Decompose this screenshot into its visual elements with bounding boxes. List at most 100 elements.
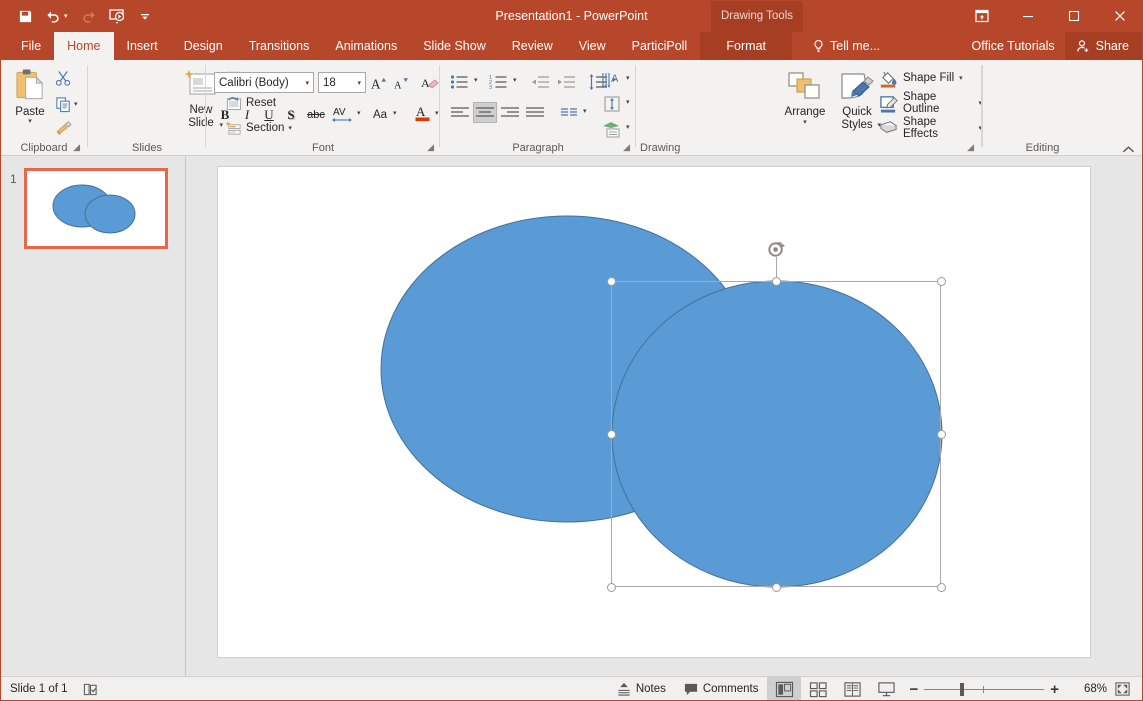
font-color-button[interactable]: A [413, 102, 433, 124]
tell-me-box[interactable]: Tell me... [812, 32, 880, 60]
font-size-dropdown-icon[interactable]: ▾ [353, 79, 365, 87]
zoom-slider[interactable] [924, 677, 1045, 701]
arrange-dropdown-icon[interactable]: ▾ [803, 119, 807, 126]
align-left-button[interactable] [448, 102, 472, 123]
resize-handle-middle-left[interactable] [607, 430, 616, 439]
tab-transitions[interactable]: Transitions [236, 32, 323, 60]
columns-button[interactable] [557, 102, 581, 123]
align-center-button[interactable] [473, 102, 497, 123]
slide-show-view-button[interactable] [869, 677, 903, 701]
columns-dropdown-icon[interactable]: ▾ [583, 108, 587, 115]
strikethrough-button[interactable]: abc [303, 104, 329, 126]
accessibility-checker-icon[interactable] [82, 682, 99, 697]
zoom-out-button[interactable]: − [903, 677, 924, 701]
resize-handle-middle-right[interactable] [937, 430, 946, 439]
slide-thumbnail-1[interactable] [24, 168, 168, 249]
restore-icon[interactable] [1051, 0, 1097, 32]
paste-dropdown-icon[interactable]: ▾ [28, 118, 32, 125]
svg-text:AV: AV [333, 107, 346, 118]
slide-canvas[interactable] [217, 166, 1091, 658]
resize-handle-bottom-left[interactable] [607, 583, 616, 592]
font-size-input[interactable]: 18 ▾ [318, 72, 366, 93]
tab-insert[interactable]: Insert [114, 32, 171, 60]
font-name-dropdown-icon[interactable]: ▾ [301, 79, 313, 87]
resize-handle-bottom-center[interactable] [772, 583, 781, 592]
shadow-button[interactable]: S [281, 104, 301, 126]
numbering-dropdown-icon[interactable]: ▾ [513, 77, 517, 84]
character-spacing-button[interactable]: AV [330, 103, 356, 125]
copy-button[interactable]: ▾ [52, 92, 86, 116]
zoom-in-button[interactable]: + [1044, 677, 1065, 701]
copy-dropdown-icon[interactable]: ▾ [74, 101, 78, 108]
normal-view-button[interactable] [767, 676, 802, 701]
align-right-button[interactable] [498, 102, 522, 123]
convert-to-smartart-button[interactable] [600, 118, 626, 139]
ribbon-group-font: Calibri (Body) ▾ 18 ▾ A A A B I U S abc … [206, 60, 440, 156]
justify-button[interactable] [523, 102, 547, 123]
smartart-dropdown-icon[interactable]: ▾ [626, 124, 630, 131]
paste-button[interactable]: Paste ▾ [8, 65, 52, 143]
reading-view-button[interactable] [835, 677, 869, 701]
text-direction-button[interactable]: A [600, 69, 626, 90]
slide-sorter-view-button[interactable] [801, 677, 835, 701]
increase-indent-button[interactable] [554, 71, 578, 92]
quick-styles-button[interactable]: Quick Styles ▾ [831, 65, 883, 143]
collapse-ribbon-button[interactable] [1122, 145, 1135, 154]
arrange-button[interactable]: Arrange ▾ [782, 65, 828, 143]
character-spacing-dropdown-icon[interactable]: ▾ [357, 110, 361, 117]
tab-review[interactable]: Review [499, 32, 566, 60]
tab-file[interactable]: File [8, 32, 54, 60]
zoom-slider-thumb[interactable] [960, 682, 965, 696]
text-direction-dropdown-icon[interactable]: ▾ [626, 75, 630, 82]
minimize-icon[interactable] [1005, 0, 1051, 32]
share-button[interactable]: Share [1064, 32, 1143, 60]
slide-thumbnail-pane[interactable]: 1 [0, 156, 186, 676]
format-painter-button[interactable] [52, 117, 86, 141]
resize-handle-top-left[interactable] [607, 277, 616, 286]
tab-animations[interactable]: Animations [322, 32, 410, 60]
ribbon-group-paragraph: ▾ 123 ▾ ▾ ▾ A ▾ ▾ ▾ Paragraph ◢ [440, 60, 636, 156]
increase-font-size-button[interactable]: A [369, 72, 390, 94]
shape-effects-button[interactable]: Shape Effects ▾ [879, 116, 982, 140]
font-name-input[interactable]: Calibri (Body) ▾ [214, 72, 314, 93]
align-text-dropdown-icon[interactable]: ▾ [626, 99, 630, 106]
decrease-font-size-button[interactable]: A [391, 72, 412, 94]
resize-handle-bottom-right[interactable] [937, 583, 946, 592]
clear-formatting-button[interactable]: A [419, 72, 441, 94]
tab-participoll[interactable]: ParticiPoll [619, 32, 701, 60]
resize-handle-top-right[interactable] [937, 277, 946, 286]
tab-format[interactable]: Format [700, 32, 793, 60]
decrease-indent-button[interactable] [528, 71, 552, 92]
change-case-button[interactable]: Aa [368, 104, 392, 126]
font-dialog-launcher[interactable]: ◢ [427, 142, 434, 153]
clipboard-dialog-launcher[interactable]: ◢ [73, 142, 80, 153]
zoom-level-label[interactable]: 68% [1065, 683, 1107, 695]
window-controls [959, 0, 1143, 32]
comments-button[interactable]: Comments [675, 677, 768, 701]
fit-to-window-button[interactable] [1107, 677, 1137, 701]
tab-design[interactable]: Design [171, 32, 236, 60]
paragraph-dialog-launcher[interactable]: ◢ [623, 142, 630, 153]
numbering-button[interactable]: 123 [487, 71, 511, 92]
align-text-button[interactable] [600, 93, 626, 114]
change-case-dropdown-icon[interactable]: ▾ [393, 110, 397, 117]
rotation-handle[interactable] [766, 239, 787, 260]
bullets-dropdown-icon[interactable]: ▾ [474, 77, 478, 84]
font-color-dropdown-icon[interactable]: ▾ [435, 110, 439, 117]
bullets-button[interactable] [448, 71, 472, 92]
cut-button[interactable] [52, 66, 86, 90]
tab-view[interactable]: View [566, 32, 619, 60]
ribbon-options-icon[interactable] [959, 0, 1005, 32]
underline-button[interactable]: U [259, 104, 279, 126]
bold-button[interactable]: B [215, 104, 235, 126]
resize-handle-top-center[interactable] [772, 277, 781, 286]
italic-button[interactable]: I [237, 104, 257, 126]
office-tutorials-link[interactable]: Office Tutorials [962, 32, 1065, 60]
shape-fill-dropdown-icon[interactable]: ▾ [959, 75, 963, 82]
tab-slide-show[interactable]: Slide Show [410, 32, 499, 60]
shape-outline-button[interactable]: Shape Outline ▾ [879, 91, 982, 115]
close-icon[interactable] [1097, 0, 1143, 32]
shape-fill-button[interactable]: Shape Fill ▾ [879, 66, 963, 90]
tab-home[interactable]: Home [54, 32, 114, 60]
notes-button[interactable]: Notes [608, 677, 675, 701]
